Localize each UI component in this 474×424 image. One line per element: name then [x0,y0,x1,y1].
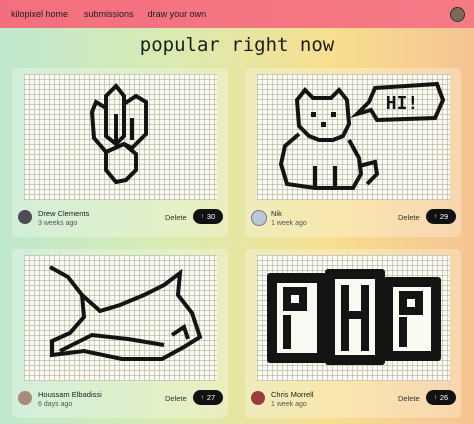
author-name[interactable]: Nik [271,209,282,218]
drawing-card: Drew Clements 3 weeks ago Delete ↑ 30 [12,68,228,237]
pixel-drawing-cat[interactable]: HI! [257,74,450,200]
pixel-drawing-bird[interactable] [24,255,217,381]
vote-count: 30 [206,212,216,221]
delete-button[interactable]: Delete [165,394,187,403]
arrow-up-icon: ↑ [200,394,204,401]
upvote-button[interactable]: ↑ 27 [193,390,223,405]
author-avatar [18,210,32,224]
upvote-button[interactable]: ↑ 29 [426,209,456,224]
speech-text: HI! [386,93,419,114]
author-name[interactable]: Drew Clements [38,209,89,218]
arrow-up-icon: ↑ [433,394,437,401]
drawing-card: HI! Nik 1 week ago Delete ↑ 29 [245,68,461,237]
author-name[interactable]: Chris Morrell [271,390,314,399]
delete-button[interactable]: Delete [165,213,187,222]
pixel-drawing-flower[interactable] [24,74,217,200]
post-time: 1 week ago [271,401,307,408]
top-nav: kilopixel home submissions draw your own [0,0,474,28]
author-avatar [251,210,267,226]
author-avatar [18,391,32,405]
arrow-up-icon: ↑ [200,213,204,220]
upvote-button[interactable]: ↑ 26 [426,390,456,405]
nav-submissions-link[interactable]: submissions [84,9,134,19]
vote-count: 29 [439,212,449,221]
pixel-drawing-php-logo[interactable] [257,255,450,381]
user-avatar[interactable] [450,7,465,22]
post-time: 6 days ago [38,401,73,408]
arrow-up-icon: ↑ [433,213,437,220]
post-time: 3 weeks ago [38,220,78,227]
delete-button[interactable]: Delete [398,213,420,222]
nav-home-link[interactable]: kilopixel home [11,9,68,19]
vote-count: 26 [439,393,449,402]
nav-draw-link[interactable]: draw your own [148,9,207,19]
vote-count: 27 [206,393,216,402]
page-title: popular right now [139,34,335,56]
upvote-button[interactable]: ↑ 30 [193,209,223,224]
drawing-card: Houssam Elbadissi 6 days ago Delete ↑ 27 [12,249,228,418]
post-time: 1 week ago [271,220,307,227]
author-name[interactable]: Houssam Elbadissi [38,390,102,399]
drawing-card: Chris Morrell 1 week ago Delete ↑ 26 [245,249,461,418]
author-avatar [251,391,265,405]
delete-button[interactable]: Delete [398,394,420,403]
